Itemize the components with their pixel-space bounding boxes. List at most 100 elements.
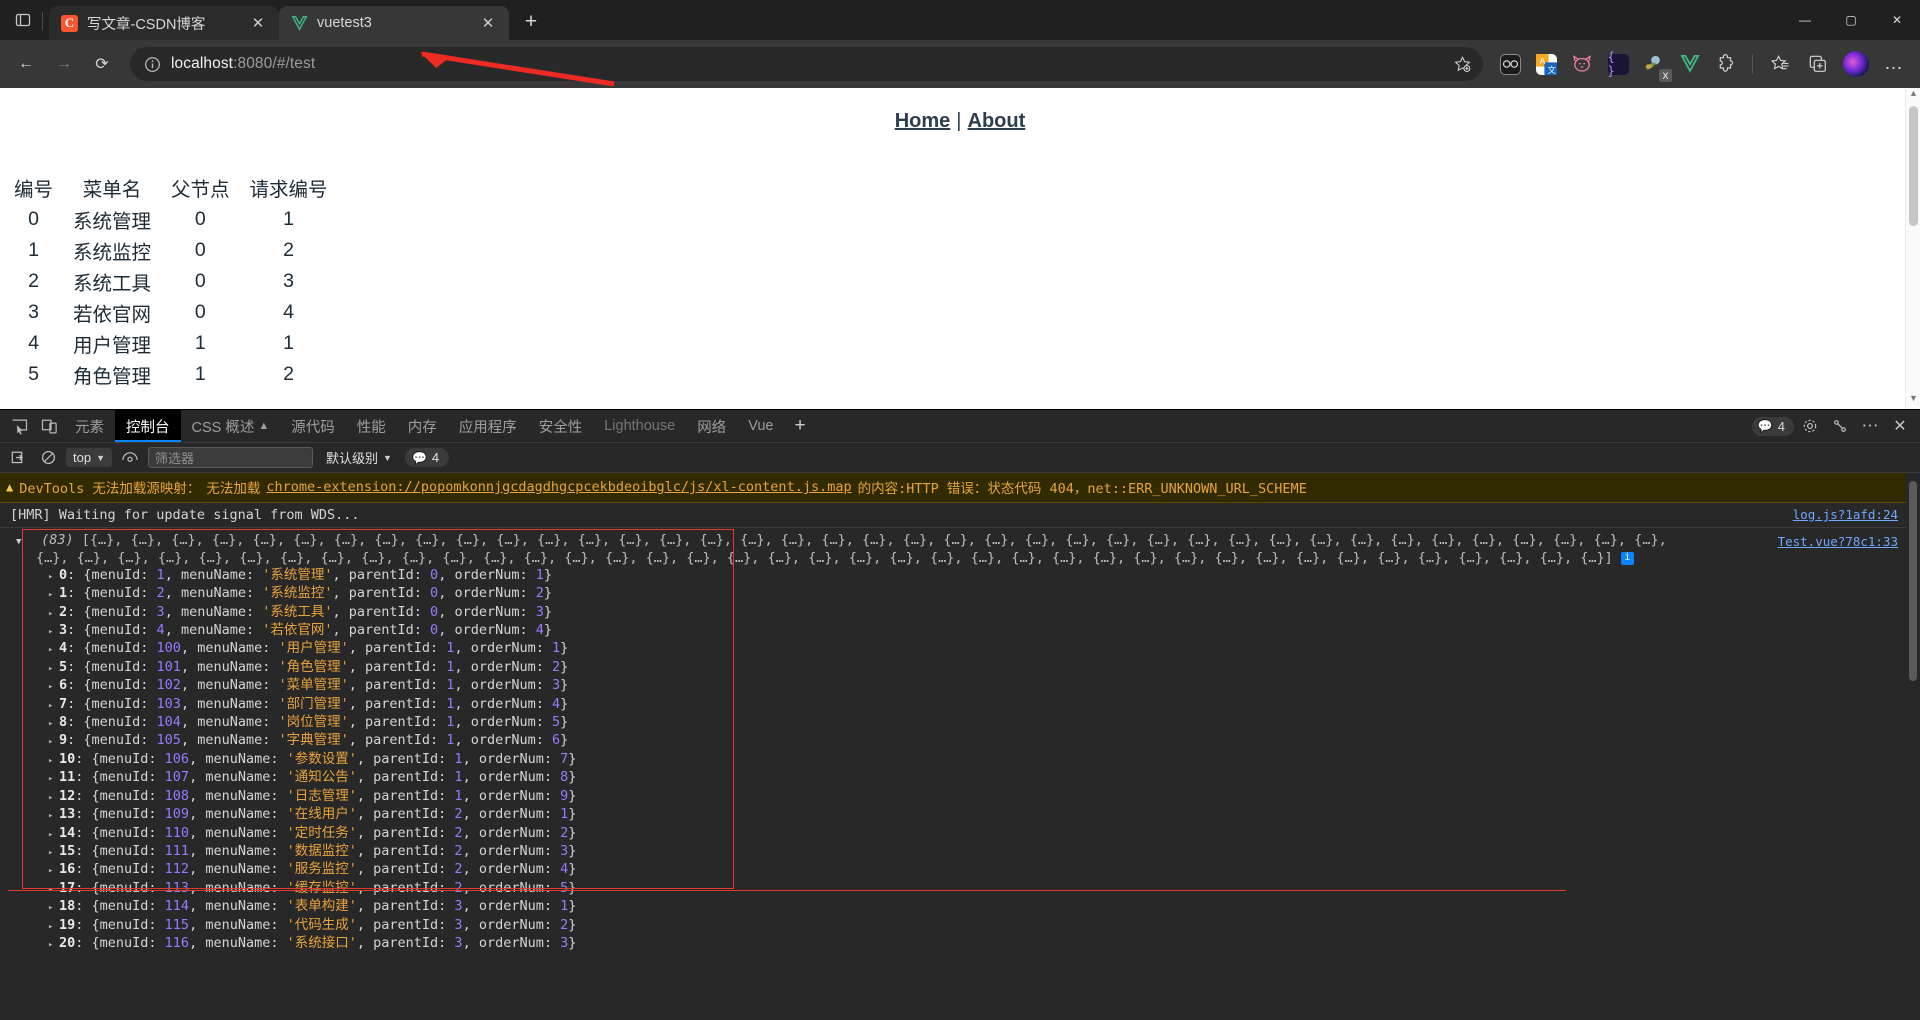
array-item-row[interactable]: ▸ 7: {menuId: 103, menuName: '部门管理', pare… <box>10 696 1920 714</box>
devtools-tab-memory[interactable]: 内存 <box>397 410 448 442</box>
expand-object-icon[interactable]: ▸ <box>48 808 59 824</box>
expand-object-icon[interactable]: ▸ <box>48 569 59 585</box>
console-log-hmr[interactable]: [HMR] Waiting for update signal from WDS… <box>0 503 1920 528</box>
execution-context-select[interactable]: top ▼ <box>66 448 112 467</box>
console-array-log[interactable]: Test.vue?78c1:33 ▼ (83) [{…}, {…}, {…}, … <box>0 528 1920 953</box>
info-circle-icon[interactable] <box>144 56 161 73</box>
puzzle-extensions-icon[interactable] <box>1709 47 1743 81</box>
close-devtools-icon[interactable]: ✕ <box>1886 414 1914 438</box>
minimize-window-button[interactable]: — <box>1782 0 1828 40</box>
array-item-row[interactable]: ▸ 2: {menuId: 3, menuName: '系统工具', parent… <box>10 604 1920 622</box>
devtools-customize-icon[interactable] <box>1826 414 1854 438</box>
expand-object-icon[interactable]: ▸ <box>48 790 59 806</box>
array-item-row[interactable]: ▸ 13: {menuId: 109, menuName: '在线用户', par… <box>10 806 1920 824</box>
warning-sourcemap-link[interactable]: chrome-extension://popomkonnjgcdagdhgcpc… <box>266 479 851 495</box>
scroll-up-icon[interactable]: ▲ <box>1906 88 1920 104</box>
devtools-tab-console[interactable]: 控制台 <box>115 410 181 442</box>
expand-object-icon[interactable]: ▸ <box>48 771 59 787</box>
profile-avatar[interactable] <box>1838 46 1874 82</box>
array-source-link[interactable]: Test.vue?78c1:33 <box>1778 534 1898 549</box>
array-item-row[interactable]: ▸ 10: {menuId: 106, menuName: '参数设置', par… <box>10 751 1920 769</box>
no-entry-icon[interactable] <box>36 446 60 470</box>
console-filter-input[interactable]: 筛选器 <box>148 447 313 468</box>
info-badge-icon[interactable]: i <box>1620 551 1634 565</box>
close-tab-icon[interactable]: ✕ <box>247 12 269 34</box>
array-item-row[interactable]: ▸ 19: {menuId: 115, menuName: '代码生成', par… <box>10 917 1920 935</box>
console-warning-row[interactable]: ▲ DevTools 无法加载源映射： 无法加载 chrome-extension… <box>0 473 1920 503</box>
oo-extension-icon[interactable] <box>1493 47 1527 81</box>
log-source-link[interactable]: log.js?1afd:24 <box>1793 507 1898 522</box>
devtools-tab-lighthouse[interactable]: Lighthouse <box>593 410 686 442</box>
expand-array-icon[interactable]: ▼ <box>16 534 33 550</box>
expand-object-icon[interactable]: ▸ <box>48 919 59 935</box>
reload-icon[interactable]: ⟳ <box>84 46 120 82</box>
more-options-icon[interactable]: … <box>1876 46 1912 82</box>
array-preview-line-1[interactable]: ▼ (83) [{…}, {…}, {…}, {…}, {…}, {…}, {…… <box>10 532 1920 550</box>
expand-object-icon[interactable]: ▸ <box>48 863 59 879</box>
expand-object-icon[interactable]: ▸ <box>48 624 59 640</box>
devtools-tab-security[interactable]: 安全性 <box>528 410 594 442</box>
array-item-row[interactable]: ▸ 18: {menuId: 114, menuName: '表单构建', par… <box>10 898 1920 916</box>
array-item-row[interactable]: ▸ 16: {menuId: 112, menuName: '服务监控', par… <box>10 861 1920 879</box>
device-toolbar-icon[interactable] <box>34 410 64 442</box>
issues-badge[interactable]: 💬 4 <box>1751 416 1794 436</box>
array-item-row[interactable]: ▸ 6: {menuId: 102, menuName: '菜单管理', pare… <box>10 677 1920 695</box>
expand-object-icon[interactable]: ▸ <box>48 845 59 861</box>
array-item-row[interactable]: ▸ 17: {menuId: 113, menuName: '缓存监控', par… <box>10 880 1920 898</box>
clear-console-icon[interactable] <box>6 446 30 470</box>
scrollbar-thumb[interactable] <box>1909 106 1918 226</box>
array-item-row[interactable]: ▸ 15: {menuId: 111, menuName: '数据监控', par… <box>10 843 1920 861</box>
scrollbar-thumb[interactable] <box>1909 481 1917 681</box>
inspect-element-icon[interactable] <box>4 410 34 442</box>
close-window-button[interactable]: ✕ <box>1874 0 1920 40</box>
console-output[interactable]: ▲ DevTools 无法加载源映射： 无法加载 chrome-extension… <box>0 473 1920 1020</box>
devtools-tab-css-overview[interactable]: CSS 概述 ▲ <box>181 410 281 442</box>
expand-object-icon[interactable]: ▸ <box>48 734 59 750</box>
expand-object-icon[interactable]: ▸ <box>48 679 59 695</box>
expand-object-icon[interactable]: ▸ <box>48 937 59 953</box>
array-item-row[interactable]: ▸ 12: {menuId: 108, menuName: '日志管理', par… <box>10 788 1920 806</box>
expand-object-icon[interactable]: ▸ <box>48 753 59 769</box>
xmind-extension-icon[interactable]: X <box>1637 47 1672 82</box>
settings-gear-icon[interactable] <box>1796 414 1824 438</box>
json-viewer-extension-icon[interactable]: { } <box>1601 47 1635 81</box>
log-level-select[interactable]: 默认级别 ▼ <box>319 446 399 469</box>
devtools-more-icon[interactable]: ⋯ <box>1856 414 1884 438</box>
console-message-badge[interactable]: 💬 4 <box>404 448 450 467</box>
array-item-row[interactable]: ▸ 0: {menuId: 1, menuName: '系统管理', parent… <box>10 567 1920 585</box>
expand-object-icon[interactable]: ▸ <box>48 716 59 732</box>
expand-object-icon[interactable]: ▸ <box>48 606 59 622</box>
new-tab-button[interactable]: + <box>515 6 547 38</box>
devtools-tab-elements[interactable]: 元素 <box>64 410 115 442</box>
url-text[interactable]: localhost:8080/#/test <box>171 55 1437 73</box>
array-item-row[interactable]: ▸ 8: {menuId: 104, menuName: '岗位管理', pare… <box>10 714 1920 732</box>
devtools-tab-sources[interactable]: 源代码 <box>280 410 346 442</box>
expand-object-icon[interactable]: ▸ <box>48 882 59 898</box>
live-expression-icon[interactable] <box>118 446 142 470</box>
tab-list-icon[interactable] <box>6 0 40 40</box>
page-scrollbar[interactable]: ▲ ▼ <box>1905 88 1920 409</box>
favorites-icon[interactable] <box>1762 46 1798 82</box>
array-item-row[interactable]: ▸ 14: {menuId: 110, menuName: '定时任务', par… <box>10 825 1920 843</box>
back-icon[interactable]: ← <box>8 46 44 82</box>
add-favorite-icon[interactable] <box>1447 49 1477 79</box>
expand-object-icon[interactable]: ▸ <box>48 698 59 714</box>
expand-object-icon[interactable]: ▸ <box>48 827 59 843</box>
cat-extension-icon[interactable] <box>1565 47 1599 81</box>
maximize-window-button[interactable]: ▢ <box>1828 0 1874 40</box>
nav-link-home[interactable]: Home <box>895 110 951 132</box>
console-scrollbar[interactable] <box>1906 473 1920 1020</box>
array-item-row[interactable]: ▸ 11: {menuId: 107, menuName: '通知公告', par… <box>10 769 1920 787</box>
array-item-row[interactable]: ▸ 5: {menuId: 101, menuName: '角色管理', pare… <box>10 659 1920 677</box>
browser-tab-csdn[interactable]: C 写文章-CSDN博客 ✕ <box>49 6 279 40</box>
close-tab-icon[interactable]: ✕ <box>477 12 499 34</box>
devtools-tab-vue[interactable]: Vue <box>737 410 784 442</box>
nav-link-about[interactable]: About <box>968 110 1026 132</box>
add-panel-icon[interactable]: + <box>784 410 815 442</box>
expand-object-icon[interactable]: ▸ <box>48 642 59 658</box>
expand-object-icon[interactable]: ▸ <box>48 900 59 916</box>
forward-icon[interactable]: → <box>46 46 82 82</box>
translate-extension-icon[interactable]: A文 <box>1529 47 1563 81</box>
array-item-row[interactable]: ▸ 20: {menuId: 116, menuName: '系统接口', par… <box>10 935 1920 953</box>
array-item-row[interactable]: ▸ 1: {menuId: 2, menuName: '系统监控', parent… <box>10 585 1920 603</box>
